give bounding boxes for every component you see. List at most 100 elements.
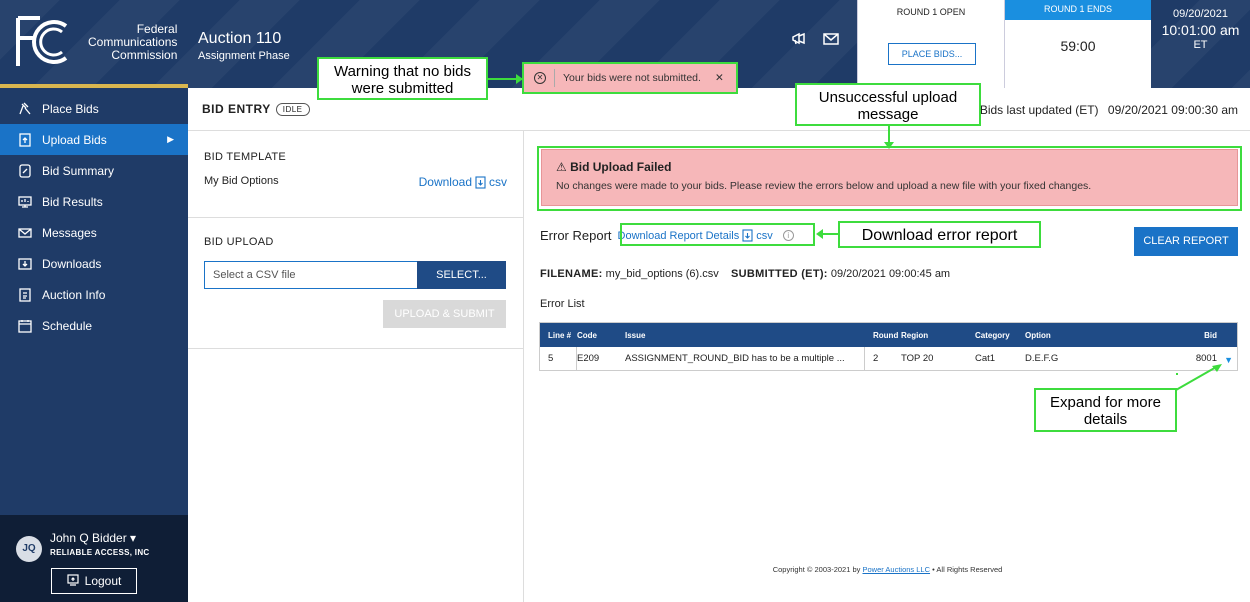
table-row[interactable]: 5 E209 ASSIGNMENT_ROUND_BID has to be a …: [540, 347, 1237, 370]
bid-template-section: BID TEMPLATE My Bid Options Download csv: [188, 131, 523, 218]
sidebar-nav: Place Bids Upload Bids ▶ Bid Summary Bid…: [0, 93, 188, 341]
upload-left-panel: BID TEMPLATE My Bid Options Download csv…: [188, 131, 524, 602]
copyright-prefix: Copyright © 2003-2021 by: [772, 565, 861, 574]
callout-download-arrow: [823, 233, 839, 235]
round-timer: 59:00: [1060, 38, 1096, 54]
download-template-link[interactable]: Download csv: [419, 175, 507, 189]
copyright-suffix: • All Rights Reserved: [932, 565, 1003, 574]
org-line1: Federal: [136, 21, 178, 36]
download-label: Download: [418, 175, 472, 189]
error-list-label: Error List: [540, 298, 585, 310]
sidebar-item-downloads[interactable]: Downloads: [0, 248, 188, 279]
calendar-icon: [18, 319, 32, 333]
power-auctions-link[interactable]: Power Auctions LLC: [862, 565, 930, 574]
current-date: 09/20/2021: [1172, 8, 1229, 20]
user-panel: JQ John Q Bidder ▾ RELIABLE ACCESS, INC …: [0, 515, 188, 602]
callout-warning: Warning that no bids were submitted: [317, 57, 488, 100]
mail-icon: [18, 226, 32, 240]
error-report-label: Error Report: [540, 228, 612, 243]
last-updated-value: 09/20/2021 09:00:30 am: [1107, 103, 1238, 117]
upload-submit-button[interactable]: UPLOAD & SUBMIT: [383, 300, 506, 328]
avatar[interactable]: JQ: [16, 536, 42, 562]
close-icon[interactable]: ✕: [715, 72, 724, 84]
template-option: My Bid Options: [204, 175, 279, 187]
place-bids-header-button[interactable]: PLACE BIDS...: [888, 43, 976, 65]
fcc-name: Federal Communications Commission: [88, 21, 178, 62]
table-header: Line # Code Issue Round Region Category …: [540, 323, 1237, 347]
auction-title: Auction 110: [198, 30, 282, 47]
callout-download-arrowhead: [816, 229, 823, 239]
fcc-logo-icon: [16, 16, 68, 66]
sidebar-item-messages[interactable]: Messages: [0, 217, 188, 248]
bid-entry-label: BID ENTRY: [202, 102, 271, 116]
file-download-icon: [475, 175, 486, 189]
callout-warning-arrowhead: [516, 74, 523, 84]
sidebar-item-label: Auction Info: [42, 287, 106, 302]
user-org: RELIABLE ACCESS, INC: [50, 548, 150, 557]
sidebar-item-schedule[interactable]: Schedule: [0, 310, 188, 341]
clear-report-button[interactable]: CLEAR REPORT: [1134, 227, 1238, 256]
highlight-download-link: [620, 223, 815, 246]
filename-label: FILENAME:: [540, 268, 603, 280]
csv-file-input[interactable]: Select a CSV file: [204, 261, 417, 289]
error-circle-icon: ✕: [534, 72, 546, 84]
submitted-label: SUBMITTED (ET):: [731, 268, 828, 280]
download-icon: [18, 257, 32, 271]
callout-expand-arrow: [1175, 364, 1222, 391]
current-time: 10:01:00 am: [1161, 22, 1240, 38]
sidebar-item-label: Downloads: [42, 256, 102, 271]
template-row: My Bid Options Download csv: [204, 175, 507, 189]
cell-option: D.E.F.G: [1025, 353, 1059, 364]
megaphone-icon[interactable]: [790, 30, 808, 48]
template-title: BID TEMPLATE: [204, 151, 287, 163]
cell-category: Cat1: [975, 353, 996, 364]
current-datetime: 09/20/2021 10:01:00 am ET: [1151, 8, 1250, 51]
info-doc-icon: [18, 287, 32, 302]
col-option: Option: [1025, 330, 1051, 340]
sidebar-item-label: Place Bids: [42, 101, 99, 116]
select-file-button[interactable]: SELECT...: [417, 261, 506, 289]
status-badge: IDLE: [275, 102, 310, 116]
logout-icon: [67, 573, 79, 589]
sidebar-item-bid-summary[interactable]: Bid Summary: [0, 155, 188, 186]
logout-button[interactable]: Logout: [51, 568, 137, 594]
cell-code: E209: [577, 353, 600, 364]
org-line2: Communications: [88, 34, 178, 49]
sidebar-item-auction-info[interactable]: Auction Info: [0, 279, 188, 310]
callout-expand: Expand for more details: [1034, 388, 1177, 432]
upload-title: BID UPLOAD: [204, 236, 274, 248]
copyright: Copyright © 2003-2021 by Power Auctions …: [525, 565, 1250, 574]
col-category: Category: [975, 330, 1010, 340]
sidebar-item-place-bids[interactable]: Place Bids: [0, 93, 188, 124]
last-updated-label: Bids last updated (ET): [979, 103, 1099, 117]
mail-icon[interactable]: [822, 30, 840, 48]
cell-line: 5: [540, 347, 577, 370]
timezone: ET: [1193, 39, 1208, 51]
sidebar-item-bid-results[interactable]: Bid Results: [0, 186, 188, 217]
not-submitted-banner: ✕ Your bids were not submitted. ✕: [522, 62, 738, 94]
col-line: Line #: [548, 330, 572, 340]
sidebar-item-label: Upload Bids: [42, 132, 107, 147]
user-menu[interactable]: John Q Bidder ▾: [50, 531, 136, 545]
callout-download-error: Download error report: [838, 221, 1041, 248]
banner-divider: [554, 69, 555, 87]
fcc-logo: Federal Communications Commission: [10, 10, 190, 74]
auction-title-block: Auction 110 Assignment Phase: [198, 30, 290, 62]
sidebar-item-label: Bid Results: [42, 194, 103, 209]
round-open-label: ROUND 1 OPEN: [896, 7, 966, 17]
sidebar-item-label: Messages: [42, 225, 97, 240]
upload-file-icon: [18, 132, 32, 147]
cell-issue: ASSIGNMENT_ROUND_BID has to be a multipl…: [625, 347, 865, 370]
results-icon: [18, 195, 32, 209]
filename-value: my_bid_options (6).csv: [605, 268, 719, 280]
bid-entry-status: BID ENTRY IDLE: [202, 102, 310, 116]
round-ends-panel: ROUND 1 ENDS 59:00: [1004, 0, 1151, 88]
cell-region: TOP 20: [901, 353, 934, 364]
callout-upload-fail: Unsuccessful upload message: [795, 83, 981, 126]
last-updated: Bids last updated (ET) 09/20/2021 09:00:…: [980, 103, 1238, 117]
round-open-panel: ROUND 1 OPEN PLACE BIDS...: [857, 0, 1004, 88]
file-meta: FILENAME: my_bid_options (6).csv SUBMITT…: [540, 268, 950, 280]
sidebar-item-upload-bids[interactable]: Upload Bids ▶: [0, 124, 188, 155]
col-round: Round: [873, 330, 899, 340]
banner-message: Your bids were not submitted.: [563, 72, 701, 84]
